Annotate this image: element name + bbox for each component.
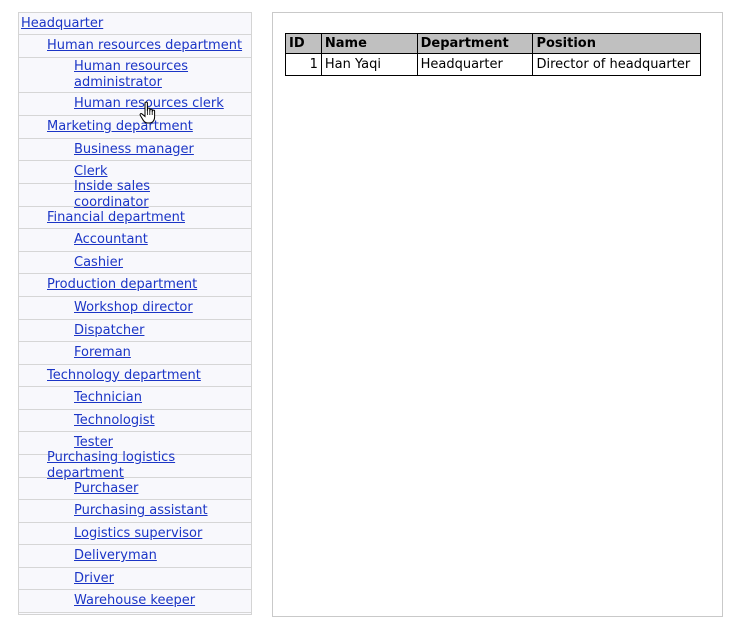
tree-item-link[interactable]: Human resources administrator — [74, 59, 224, 91]
tree-item-link[interactable]: Inside sales coordinator — [74, 179, 224, 211]
tree-item[interactable]: Accountant — [19, 229, 251, 252]
tree-item[interactable]: Cashier — [19, 252, 251, 274]
tree-item-link[interactable]: Workshop director — [74, 300, 193, 316]
tree-item-link[interactable]: Driver — [74, 571, 114, 587]
tree-item-link[interactable]: Human resources department — [47, 38, 242, 54]
tree-item[interactable]: Foreman — [19, 342, 251, 365]
tree-item[interactable]: Production department — [19, 274, 251, 297]
tree-item-link[interactable]: Deliveryman — [74, 548, 157, 564]
cell-name: Han Yaqi — [320, 53, 418, 76]
tree-item-link[interactable]: Accountant — [74, 232, 148, 248]
tree-item[interactable]: Technology department — [19, 365, 251, 387]
tree-item-link[interactable]: Warehouse keeper — [74, 593, 195, 609]
tree-item-link[interactable]: Clerk — [74, 164, 108, 180]
tree-item[interactable]: Business manager — [19, 139, 251, 161]
tree-item-link[interactable]: Tester — [74, 435, 113, 451]
tree-item-link[interactable]: Purchasing logistics department — [47, 450, 251, 482]
tree-item[interactable]: Workshop director — [19, 297, 251, 320]
tree-item-link[interactable]: Purchaser — [74, 481, 138, 497]
tree-item[interactable]: Marketing department — [19, 116, 251, 139]
tree-item[interactable]: Technologist — [19, 410, 251, 432]
tree-item-link[interactable]: Purchasing assistant — [74, 503, 208, 519]
tree-item[interactable]: Headquarter — [19, 13, 251, 35]
column-header-id: ID — [285, 33, 322, 54]
tree-item[interactable]: Human resources clerk — [19, 93, 251, 116]
tree-item-link[interactable]: Marketing department — [47, 119, 193, 135]
column-header-department: Department — [416, 33, 534, 54]
tree-item[interactable]: Human resources administrator — [19, 58, 251, 93]
tree-item[interactable]: Warehouse keeper — [19, 590, 251, 613]
cell-department: Headquarter — [416, 53, 534, 76]
cell-id: 1 — [285, 53, 322, 76]
tree-item-link[interactable]: Logistics supervisor — [74, 526, 202, 542]
tree-item[interactable]: Inside sales coordinator — [19, 179, 251, 210]
tree-item-link[interactable]: Headquarter — [21, 16, 103, 32]
tree-item-link[interactable]: Dispatcher — [74, 323, 144, 339]
tree-item-link[interactable]: Technology department — [47, 368, 201, 384]
tree-item[interactable]: Purchasing logistics department — [19, 450, 251, 481]
tree-item[interactable]: Technician — [19, 387, 251, 410]
column-header-name: Name — [320, 33, 418, 54]
tree-item-link[interactable]: Cashier — [74, 255, 123, 271]
cell-position: Director of headquarter — [532, 53, 701, 76]
table-header-row: ID Name Department Position — [285, 33, 701, 54]
tree-item[interactable]: Human resources department — [19, 35, 251, 58]
tree-item-link[interactable]: Foreman — [74, 345, 131, 361]
tree-item[interactable]: Driver — [19, 568, 251, 590]
table-row: 1 Han Yaqi Headquarter Director of headq… — [285, 53, 701, 76]
tree-item-link[interactable]: Production department — [47, 277, 197, 293]
tree-item-link[interactable]: Technologist — [74, 413, 155, 429]
column-header-position: Position — [532, 33, 701, 54]
tree-item-link[interactable]: Technician — [74, 390, 142, 406]
employee-table: ID Name Department Position 1 Han Yaqi H… — [285, 33, 701, 76]
hand-cursor-icon — [139, 101, 156, 124]
org-tree: Headquarter Human resources department Hum… — [18, 12, 252, 615]
employee-panel: ID Name Department Position 1 Han Yaqi H… — [272, 12, 723, 617]
tree-item-link[interactable]: Financial department — [47, 210, 185, 226]
tree-item[interactable]: Dispatcher — [19, 320, 251, 342]
tree-item[interactable]: Logistics supervisor — [19, 523, 251, 545]
tree-item[interactable]: Deliveryman — [19, 545, 251, 568]
tree-item[interactable]: Purchasing assistant — [19, 500, 251, 523]
tree-item-link[interactable]: Business manager — [74, 142, 194, 158]
